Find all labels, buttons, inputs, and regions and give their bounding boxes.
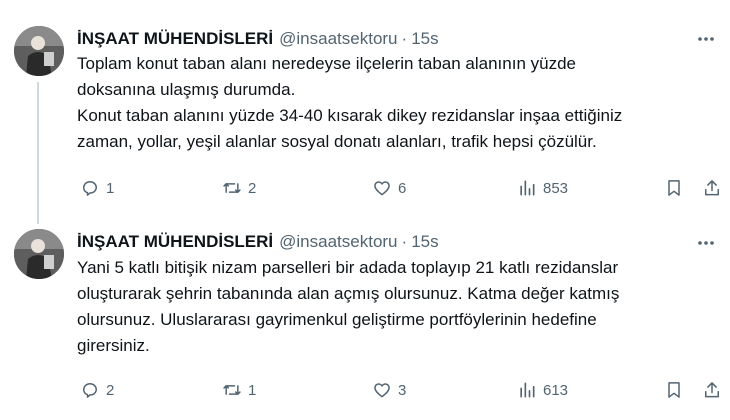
tweet-text-line: girersiniz. [77, 336, 150, 355]
author-handle[interactable]: @insaatsektoru [279, 29, 397, 49]
tweet-text-line: olursunuz. Uluslararası gayrimenkul geli… [77, 310, 597, 329]
repost-count: 2 [248, 179, 257, 197]
tweet-text: Toplam konut taban alanı neredeyse ilçel… [77, 51, 717, 155]
views-bar-chart-icon [520, 382, 535, 398]
like-button[interactable]: 3 [372, 378, 406, 402]
heart-icon [374, 383, 390, 398]
view-count: 613 [543, 381, 569, 399]
author-avatar[interactable] [14, 229, 64, 279]
like-count: 3 [398, 381, 407, 399]
tweet-actions: 1 2 6 853 [0, 176, 730, 200]
views-bar-chart-icon [520, 180, 535, 196]
more-horizontal-icon[interactable] [692, 28, 720, 50]
reply-button[interactable]: 2 [80, 378, 114, 402]
tweet-time[interactable]: 15s [411, 29, 438, 49]
views-button[interactable]: 613 [517, 378, 568, 402]
repost-arrows-icon [223, 183, 241, 193]
repost-arrows-icon [223, 385, 241, 395]
heart-icon [374, 181, 390, 196]
tweet-time[interactable]: 15s [411, 232, 438, 252]
bookmark-button[interactable] [664, 378, 684, 402]
bookmark-icon [668, 382, 680, 398]
author-handle[interactable]: @insaatsektoru [279, 232, 397, 252]
share-button[interactable] [702, 378, 722, 402]
tweet-text-line: oluşturarak şehrin tabanında alan açmış … [77, 284, 620, 303]
tweet-header: İNŞAAT MÜHENDİSLERİ @insaatsektoru · 15s [77, 231, 439, 253]
reply-count: 2 [106, 381, 115, 399]
reply-count: 1 [106, 179, 115, 197]
tweet-text-line: doksanına ulaşmış durumda. [77, 80, 296, 99]
tweet-1[interactable]: İNŞAAT MÜHENDİSLERİ @insaatsektoru · 15s… [0, 0, 730, 212]
tweet-text-line: Konut taban alanını yüzde 34-40 kısarak … [77, 106, 623, 125]
bookmark-icon [668, 180, 680, 196]
separator-dot: · [401, 29, 408, 48]
author-avatar[interactable] [14, 26, 64, 76]
like-count: 6 [398, 179, 407, 197]
repost-button[interactable]: 2 [222, 176, 256, 200]
author-name[interactable]: İNŞAAT MÜHENDİSLERİ [77, 232, 273, 252]
view-count: 853 [543, 179, 569, 197]
tweet-actions: 2 1 3 613 [0, 378, 730, 402]
tweet-header: İNŞAAT MÜHENDİSLERİ @insaatsektoru · 15s [77, 28, 439, 50]
like-button[interactable]: 6 [372, 176, 406, 200]
tweet-text-line: Yani 5 katlı bitişik nizam parselleri bi… [77, 258, 619, 277]
repost-count: 1 [248, 381, 257, 399]
share-upload-icon [705, 180, 719, 196]
views-button[interactable]: 853 [517, 176, 568, 200]
tweet-2[interactable]: İNŞAAT MÜHENDİSLERİ @insaatsektoru · 15s… [0, 212, 730, 420]
reply-bubble-icon [83, 383, 97, 398]
bookmark-button[interactable] [664, 176, 684, 200]
separator-dot: · [401, 232, 408, 251]
share-button[interactable] [702, 176, 722, 200]
author-name[interactable]: İNŞAAT MÜHENDİSLERİ [77, 29, 273, 49]
reply-button[interactable]: 1 [80, 176, 114, 200]
reply-bubble-icon [83, 181, 97, 196]
repost-button[interactable]: 1 [222, 378, 256, 402]
tweet-text-line: Toplam konut taban alanı neredeyse ilçel… [77, 54, 577, 73]
share-upload-icon [705, 382, 719, 398]
tweet-text: Yani 5 katlı bitişik nizam parselleri bi… [77, 255, 717, 359]
tweet-text-line: zaman, yollar, yeşil alanlar sosyal dona… [77, 132, 597, 151]
more-horizontal-icon[interactable] [692, 232, 720, 254]
